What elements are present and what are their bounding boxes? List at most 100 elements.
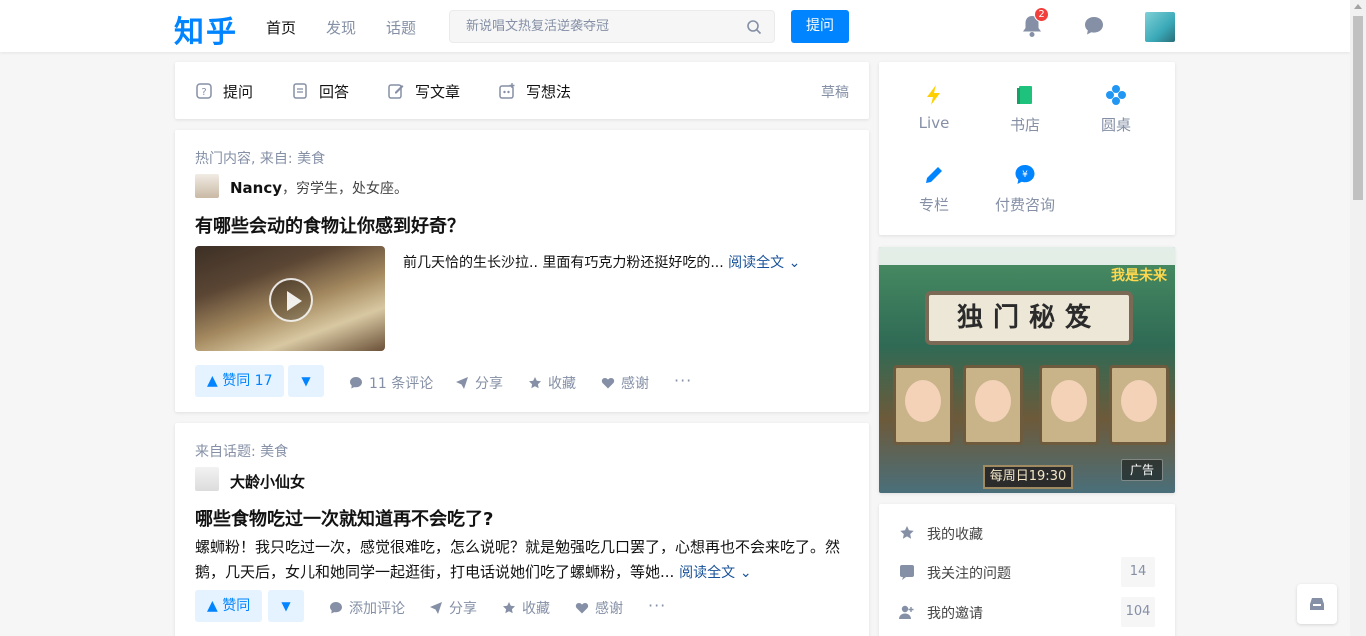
write-article-action[interactable]: 写文章 <box>387 81 460 101</box>
upvote-button[interactable]: ▲ 赞同 17 <box>195 365 285 397</box>
lightning-icon <box>927 85 940 105</box>
chevron-down-icon[interactable]: ⌄ <box>740 565 752 581</box>
menu-item-label: 我的邀请 <box>927 606 983 622</box>
floating-help-button[interactable] <box>1297 584 1337 624</box>
svg-text:¥: ¥ <box>1022 170 1028 180</box>
add-user-icon <box>899 605 914 619</box>
read-more-link[interactable]: 阅读全文 <box>728 255 784 271</box>
nav-explore[interactable]: 发现 <box>326 17 356 38</box>
menu-item-invitations[interactable]: 我的邀请 104 <box>899 597 1155 627</box>
author-bio: ，穷学生，处女座。 <box>282 181 409 197</box>
zhihu-logo[interactable]: 知乎 <box>174 7 238 51</box>
heart-icon <box>575 603 589 614</box>
scrollbar-thumb[interactable] <box>1353 16 1363 200</box>
thanks-button[interactable]: 感谢 <box>601 373 649 393</box>
scroll-up-arrow-icon[interactable] <box>1354 4 1362 9</box>
more-options-icon[interactable]: ··· <box>674 371 692 390</box>
author-avatar[interactable] <box>195 174 219 198</box>
more-options-icon[interactable]: ··· <box>648 596 666 615</box>
chevron-down-icon[interactable]: ⌄ <box>789 255 801 271</box>
ad-guest-portrait <box>1109 365 1169 445</box>
share-label: 分享 <box>475 376 503 392</box>
collect-button[interactable]: 收藏 <box>528 373 576 393</box>
messages-icon[interactable] <box>1083 15 1105 37</box>
answer-excerpt[interactable]: 前几天恰的生长沙拉.. 里面有巧克力粉还挺好吃的... 阅读全文 ⌄ <box>403 252 800 272</box>
downvote-button[interactable]: ▼ <box>268 590 304 622</box>
share-icon <box>456 377 468 389</box>
page-scrollbar[interactable] <box>1350 0 1366 636</box>
collect-button[interactable]: 收藏 <box>502 598 550 618</box>
ad-guest-portrait <box>963 365 1023 445</box>
share-button[interactable]: 分享 <box>429 598 477 618</box>
star-icon <box>529 377 541 389</box>
menu-item-count: 104 <box>1121 597 1155 627</box>
user-avatar[interactable] <box>1145 12 1175 42</box>
share-label: 分享 <box>449 601 477 617</box>
drafts-link[interactable]: 草稿 <box>821 82 849 102</box>
write-actions-card: ? 提问 回答 写文章 写想法 草稿 <box>175 62 869 119</box>
nav-topics[interactable]: 话题 <box>386 17 416 38</box>
quick-link-bookstore[interactable]: 书店 <box>990 84 1060 135</box>
quick-link-label: 付费咨询 <box>994 196 1055 214</box>
question-title[interactable]: 哪些食物吃过一次就知道再不会吃了? <box>195 505 493 531</box>
answer-action[interactable]: 回答 <box>291 81 349 101</box>
quick-links-card: Live 书店 圆桌 专栏 ¥ 付费咨询 <box>879 62 1175 235</box>
book-icon <box>1017 86 1032 104</box>
answer-icon <box>293 83 307 99</box>
ad-sponsor-strip <box>879 247 1175 265</box>
svg-text:?: ? <box>201 87 206 98</box>
read-more-link[interactable]: 阅读全文 <box>679 565 735 581</box>
search-input[interactable] <box>450 11 740 42</box>
feed-item: 热门内容, 来自: 美食 Nancy，穷学生，处女座。 有哪些会动的食物让你感到… <box>175 130 869 412</box>
ask-question-button[interactable]: 提问 <box>791 10 849 43</box>
ad-schedule: 每周日19:30 <box>983 465 1073 489</box>
menu-item-followed-questions[interactable]: 我关注的问题 14 <box>899 557 1155 587</box>
quick-link-label: 专栏 <box>918 196 949 214</box>
ask-action[interactable]: ? 提问 <box>195 81 253 101</box>
menu-item-label: 我的收藏 <box>927 527 983 543</box>
quick-link-live[interactable]: Live <box>899 84 969 132</box>
share-icon <box>430 602 442 614</box>
author-name[interactable]: Nancy <box>230 179 282 197</box>
menu-item-favorites[interactable]: 我的收藏 <box>899 518 1155 548</box>
menu-item-label: 我关注的问题 <box>927 566 1011 582</box>
ad-title: 独门秘笈 <box>925 291 1133 345</box>
question-icon: ? <box>196 83 212 99</box>
quick-link-paid-consult[interactable]: ¥ 付费咨询 <box>990 164 1060 215</box>
quick-link-roundtable[interactable]: 圆桌 <box>1081 84 1151 135</box>
quick-link-column[interactable]: 专栏 <box>899 164 969 215</box>
ad-banner[interactable]: 我是未来 独门秘笈 每周日19:30 广告 <box>879 247 1175 493</box>
answer-excerpt[interactable]: 螺蛳粉！我只吃过一次，感觉很难吃，怎么说呢？就是勉强吃几口罢了，心想再也不会来吃… <box>195 535 855 586</box>
author-avatar[interactable] <box>195 467 219 491</box>
collect-label: 收藏 <box>522 601 550 617</box>
play-icon[interactable] <box>269 278 313 322</box>
question-badge-icon <box>900 565 914 580</box>
comment-label: 添加评论 <box>349 601 405 617</box>
ad-label[interactable]: 广告 <box>1121 459 1163 481</box>
idea-icon <box>499 83 515 99</box>
excerpt-text: 前几天恰的生长沙拉.. 里面有巧克力粉还挺好吃的... <box>403 255 724 271</box>
top-header: 知乎 首页 发现 话题 提问 2 <box>0 0 1350 52</box>
ad-guest-portrait <box>893 365 953 445</box>
video-thumbnail[interactable] <box>195 246 385 351</box>
ad-guest-portrait <box>1039 365 1099 445</box>
share-button[interactable]: 分享 <box>455 373 503 393</box>
upvote-button[interactable]: ▲ 赞同 <box>195 590 263 622</box>
paid-consult-icon: ¥ <box>1015 165 1035 184</box>
comment-button[interactable]: 11 条评论 <box>349 373 433 393</box>
feed-source: 来自话题: 美食 <box>195 444 289 460</box>
write-idea-action[interactable]: 写想法 <box>498 81 571 101</box>
author-name[interactable]: 大龄小仙女 <box>230 471 305 492</box>
ad-brand-logo: 我是未来 <box>1111 268 1167 284</box>
thanks-label: 感谢 <box>595 601 623 617</box>
downvote-button[interactable]: ▼ <box>288 365 324 397</box>
comment-button[interactable]: 添加评论 <box>329 598 405 618</box>
thanks-button[interactable]: 感谢 <box>575 598 623 618</box>
star-icon <box>900 526 914 539</box>
feed-source: 热门内容, 来自: 美食 <box>195 151 326 167</box>
question-title[interactable]: 有哪些会动的食物让你感到好奇？ <box>195 212 465 238</box>
search-icon[interactable] <box>746 19 762 35</box>
comment-icon <box>330 602 342 614</box>
nav-home[interactable]: 首页 <box>266 17 296 38</box>
search-box <box>449 10 775 43</box>
